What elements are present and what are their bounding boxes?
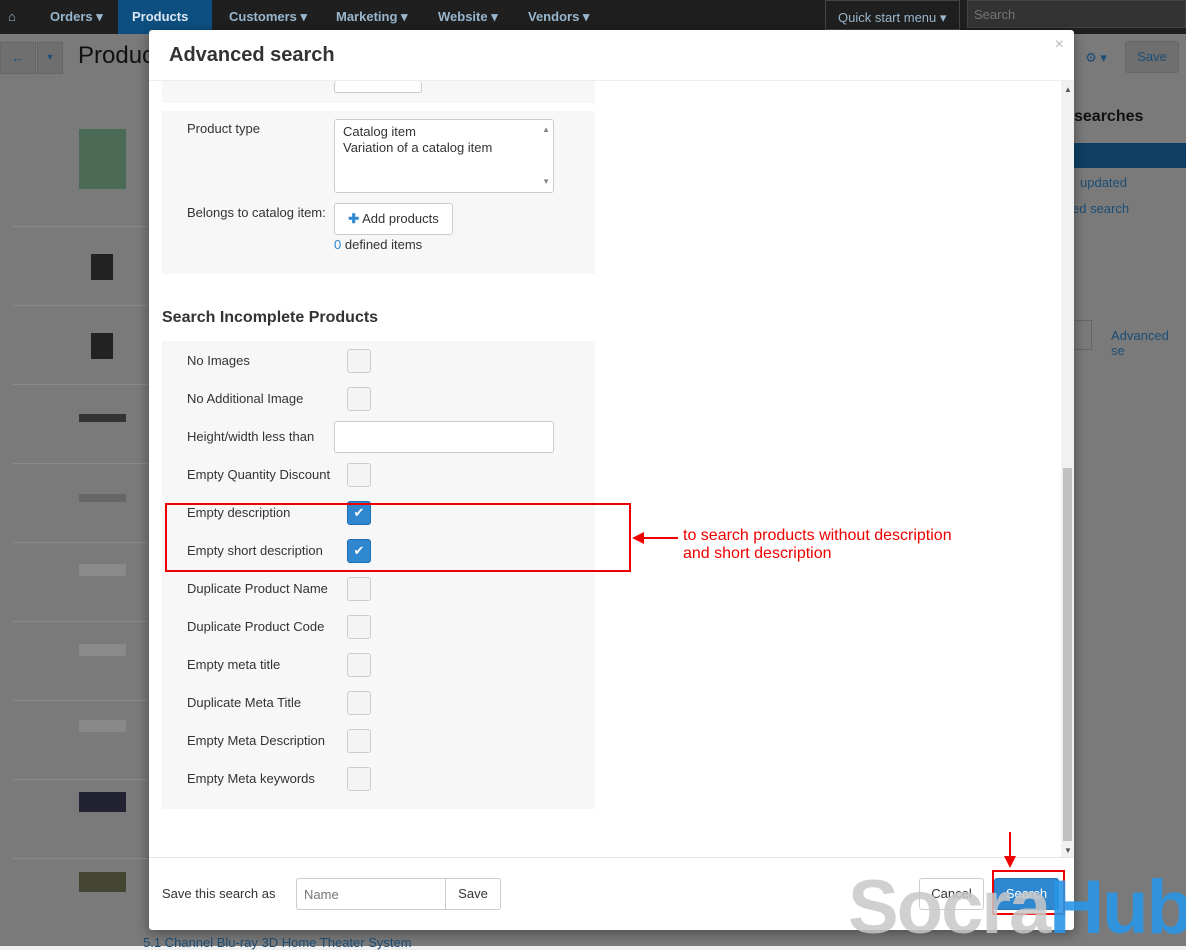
- option-catalog-item[interactable]: Catalog item: [343, 124, 545, 140]
- page-save-button[interactable]: Save: [1125, 41, 1179, 73]
- save-search-button[interactable]: Save: [445, 878, 501, 910]
- partial-input[interactable]: [334, 81, 422, 93]
- field-label: Duplicate Product Code: [187, 619, 325, 634]
- modal-header: Advanced search ×: [149, 30, 1074, 81]
- defined-suffix: defined items: [344, 237, 423, 252]
- checkbox-duplicate-product-name[interactable]: [347, 577, 371, 601]
- form-panel-top: [162, 81, 595, 103]
- checkbox-no-additional-image[interactable]: [347, 387, 371, 411]
- annotation-arrow: [1009, 832, 1011, 858]
- nav-label: Vendors: [528, 9, 580, 24]
- quick-start-label: Quick start menu: [838, 10, 937, 25]
- home-icon[interactable]: ⌂: [8, 4, 16, 38]
- belongs-label: Belongs to catalog item:: [187, 205, 326, 220]
- scrollbar-thumb[interactable]: [1063, 468, 1072, 841]
- defined-count[interactable]: 0: [334, 237, 341, 252]
- advanced-search-link[interactable]: Advanced se: [1111, 328, 1186, 358]
- nav-vendors[interactable]: Vendors ▾: [528, 0, 589, 34]
- saved-search-active[interactable]: [1074, 143, 1186, 168]
- advanced-search-modal: Advanced search × Product type Catalog i…: [149, 30, 1074, 930]
- product-type-label: Product type: [187, 121, 260, 136]
- product-thumbnail[interactable]: [79, 872, 126, 892]
- quick-start-menu[interactable]: Quick start menu ▾: [825, 0, 960, 30]
- height-width-input[interactable]: [334, 421, 554, 453]
- product-thumbnail[interactable]: [79, 792, 126, 812]
- nav-website[interactable]: Website ▾: [438, 0, 498, 34]
- search-button-bg[interactable]: [1074, 320, 1092, 350]
- checkbox-duplicate-product-code[interactable]: [347, 615, 371, 639]
- save-search-label: Save this search as: [162, 886, 276, 901]
- field-label: Height/width less than: [187, 429, 315, 444]
- product-thumbnail[interactable]: [79, 720, 126, 732]
- saved-search-link[interactable]: ed search: [1072, 201, 1129, 216]
- nav-orders[interactable]: Orders ▾: [38, 0, 115, 34]
- gear-icon[interactable]: ⚙ ▾: [1074, 42, 1118, 74]
- close-icon[interactable]: ×: [1055, 36, 1064, 54]
- checkbox-empty-meta-description[interactable]: [347, 729, 371, 753]
- field-label: No Images: [187, 353, 250, 368]
- checkbox-empty-meta-title[interactable]: [347, 653, 371, 677]
- product-link[interactable]: 5.1 Channel Blu-ray 3D Home Theater Syst…: [143, 935, 412, 950]
- annotation-text: to search products without description a…: [683, 527, 952, 563]
- field-label: Empty Meta keywords: [187, 771, 315, 786]
- modal-body: Product type Catalog item Variation of a…: [149, 81, 1074, 857]
- product-thumbnail[interactable]: [91, 333, 113, 359]
- product-thumbnail[interactable]: [79, 564, 126, 576]
- saved-search-link[interactable]: updated: [1080, 175, 1127, 190]
- back-button[interactable]: ←: [0, 42, 36, 74]
- add-products-label: Add products: [362, 211, 439, 226]
- field-label: Duplicate Meta Title: [187, 695, 302, 710]
- nav-products[interactable]: Products ▾: [118, 0, 212, 50]
- checkbox-no-images[interactable]: [347, 349, 371, 373]
- field-label: Empty meta title: [187, 657, 281, 672]
- product-thumbnail[interactable]: [79, 644, 126, 656]
- option-variation[interactable]: Variation of a catalog item: [343, 140, 545, 156]
- defined-items: 0 defined items: [334, 237, 422, 252]
- incomplete-panel: No Images No Additional Image Height/width…: [162, 341, 595, 809]
- section-title: Search Incomplete Products: [162, 309, 379, 326]
- saved-searches-title: searches: [1074, 108, 1144, 125]
- modal-title: Advanced search: [169, 44, 335, 66]
- nav-customers[interactable]: Customers ▾: [229, 0, 307, 34]
- product-type-select[interactable]: Catalog item Variation of a catalog item…: [334, 119, 554, 193]
- scroll-up-icon[interactable]: ▲: [1064, 85, 1072, 94]
- top-nav: ⌂ Orders ▾ Products ▾ Customers ▾ Market…: [0, 0, 1186, 50]
- checkbox-duplicate-meta-title[interactable]: [347, 691, 371, 715]
- modal-scrollbar[interactable]: ▲ ▼: [1061, 81, 1074, 857]
- product-thumbnail[interactable]: [79, 494, 126, 502]
- product-thumbnail[interactable]: [79, 414, 126, 422]
- global-search-input[interactable]: [967, 0, 1186, 28]
- scroll-down-icon[interactable]: ▼: [1064, 846, 1072, 855]
- annotation-arrow: [640, 537, 678, 539]
- field-label: No Additional Image: [187, 391, 304, 406]
- annotation-highlight-box: [165, 503, 631, 572]
- add-products-button[interactable]: ✚ Add products: [334, 203, 453, 235]
- arrow-head-icon: [632, 532, 644, 544]
- field-label: Empty Quantity Discount: [187, 467, 331, 482]
- field-label: Empty Meta Description: [187, 733, 325, 748]
- nav-marketing[interactable]: Marketing ▾: [336, 0, 408, 34]
- search-name-input[interactable]: [296, 878, 446, 910]
- scroll-down-icon[interactable]: ▼: [542, 174, 550, 190]
- product-thumbnail[interactable]: [79, 129, 126, 189]
- scroll-up-icon[interactable]: ▲: [542, 122, 550, 138]
- watermark-logo: SocraHub: [848, 865, 1186, 950]
- plus-icon: ✚: [348, 211, 360, 226]
- annotation-line: and short description: [683, 545, 832, 562]
- annotation-line: to search products without description: [683, 527, 952, 544]
- checkbox-empty-meta-keywords[interactable]: [347, 767, 371, 791]
- field-label: Duplicate Product Name: [187, 581, 328, 596]
- nav-label: Marketing: [336, 9, 398, 24]
- back-dropdown[interactable]: ▾: [37, 42, 63, 74]
- nav-label: Products: [132, 9, 189, 24]
- page-title: Produc: [78, 42, 155, 69]
- nav-label: Orders: [50, 9, 93, 24]
- product-type-panel: Product type Catalog item Variation of a…: [162, 111, 595, 274]
- checkbox-empty-quantity-discount[interactable]: [347, 463, 371, 487]
- nav-label: Website: [438, 9, 488, 24]
- nav-label: Customers: [229, 9, 297, 24]
- product-thumbnail[interactable]: [91, 254, 113, 280]
